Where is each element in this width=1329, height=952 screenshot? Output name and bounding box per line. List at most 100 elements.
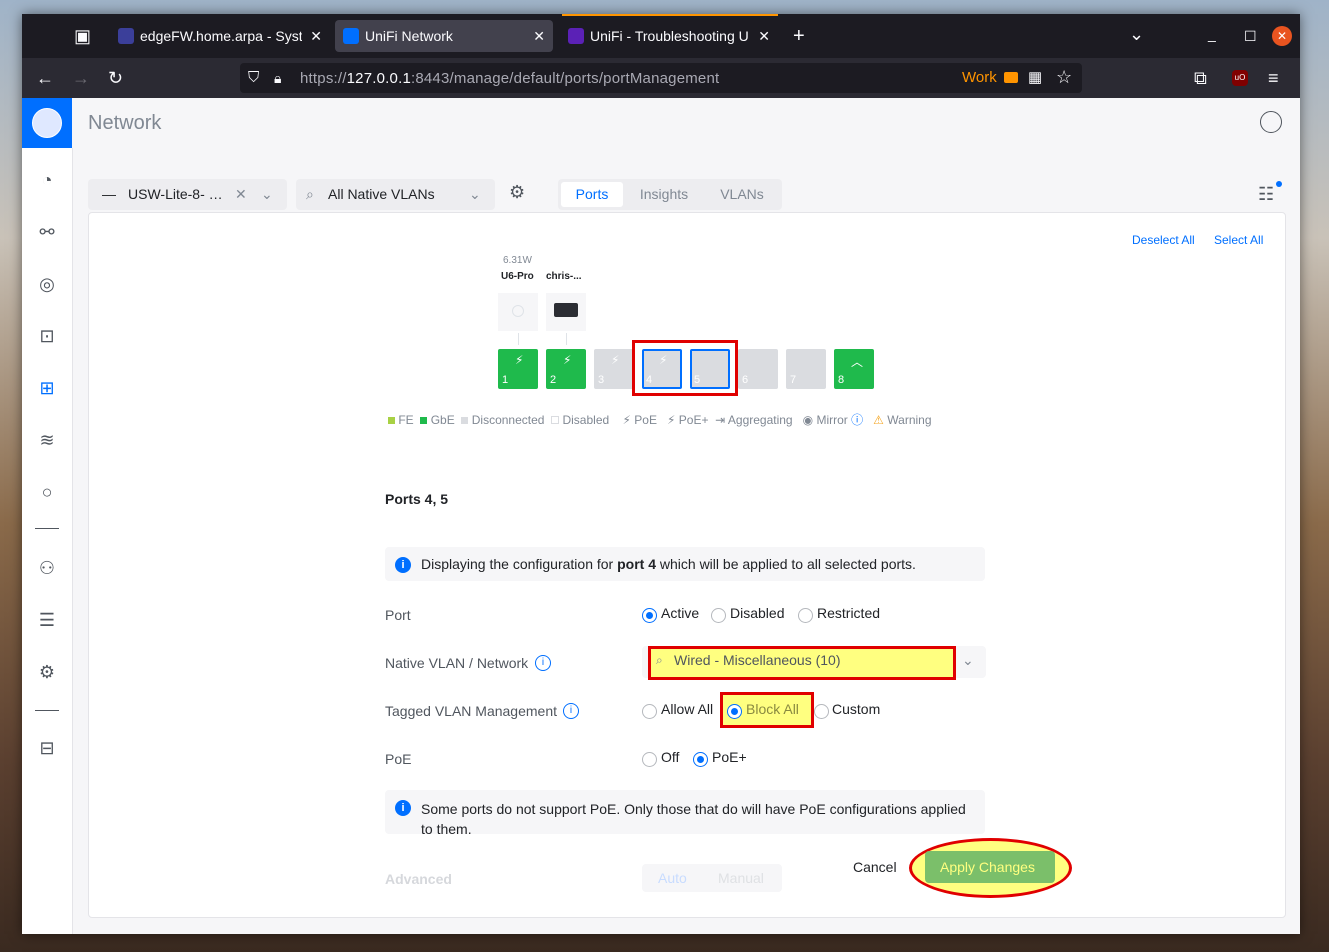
- access-point-icon[interactable]: [498, 293, 538, 331]
- advanced-label[interactable]: Advanced: [385, 871, 452, 887]
- qr-code-icon[interactable]: ▦: [1028, 68, 1042, 88]
- devices-icon[interactable]: ◎: [35, 272, 59, 296]
- poe-plus-radio[interactable]: [693, 752, 708, 767]
- computer-icon[interactable]: [546, 293, 586, 331]
- unifi-logo-icon[interactable]: [22, 98, 72, 148]
- port-restricted-radio[interactable]: [798, 608, 813, 623]
- native-vlan-select[interactable]: ⌕ Wired - Miscellaneous (10) ⌄: [642, 646, 986, 680]
- users-icon[interactable]: ⚇: [35, 556, 59, 580]
- cancel-button[interactable]: Cancel: [853, 859, 897, 875]
- shield-icon: ⛉: [248, 69, 260, 86]
- port-restricted-label[interactable]: Restricted: [817, 605, 880, 621]
- maximize-icon[interactable]: ☐: [1244, 26, 1257, 46]
- block-all-radio[interactable]: [727, 704, 742, 719]
- tab-ports[interactable]: Ports: [561, 182, 623, 207]
- port-8[interactable]: ︿ 8: [834, 349, 874, 389]
- ports-icon[interactable]: ⊞: [35, 376, 59, 400]
- port-disabled-radio[interactable]: [711, 608, 726, 623]
- native-vlan-info-icon[interactable]: i: [535, 655, 551, 671]
- port-6[interactable]: 6: [738, 349, 778, 389]
- bookmark-star-icon[interactable]: ☆: [1056, 67, 1072, 87]
- url-bar[interactable]: ⛉ 🔒︎ https://127.0.0.1:8443/manage/defau…: [240, 63, 1082, 93]
- clients-icon[interactable]: ⊡: [35, 324, 59, 348]
- ports-highlight-box: [632, 340, 738, 396]
- custom-radio[interactable]: [814, 704, 829, 719]
- custom-label[interactable]: Custom: [832, 701, 880, 717]
- extensions-icon[interactable]: ⧉: [1194, 68, 1207, 88]
- port-active-label[interactable]: Active: [661, 605, 699, 621]
- browser-window: ▣ edgeFW.home.arpa - Syst ✕ UniFi Networ…: [22, 14, 1300, 934]
- allow-all-radio[interactable]: [642, 704, 657, 719]
- logs-list-icon[interactable]: ☰: [35, 608, 59, 632]
- poe-off-radio[interactable]: [642, 752, 657, 767]
- close-icon[interactable]: ✕: [310, 20, 322, 52]
- mirror-info-icon[interactable]: ⓘ: [851, 413, 863, 427]
- container-label[interactable]: Work: [962, 69, 997, 86]
- menu-hamburger-icon[interactable]: ≡: [1268, 68, 1279, 88]
- poe-bolt-icon: ⚡︎: [515, 353, 524, 367]
- minimize-icon[interactable]: _: [1208, 24, 1216, 44]
- chevron-down-icon[interactable]: ⌄: [469, 179, 481, 210]
- dashboard-icon[interactable]: ◔: [35, 168, 59, 192]
- poe-plus-label[interactable]: PoE+: [712, 749, 747, 765]
- unifi-favicon-icon: [568, 28, 584, 44]
- close-icon[interactable]: ✕: [533, 20, 545, 52]
- settings-gear-icon[interactable]: ⚙: [35, 660, 59, 684]
- select-all-link[interactable]: Select All: [1214, 233, 1263, 247]
- info-icon: i: [395, 800, 411, 816]
- tagged-vlan-label: Tagged VLAN Management: [385, 703, 557, 719]
- allow-all-label[interactable]: Allow All: [661, 701, 713, 717]
- gbe-swatch: [420, 417, 428, 424]
- back-arrow-icon[interactable]: ←: [36, 68, 54, 88]
- block-all-label[interactable]: Block All: [746, 701, 799, 717]
- clear-icon[interactable]: ✕: [235, 179, 247, 210]
- apply-changes-button[interactable]: Apply Changes: [925, 851, 1055, 883]
- tab-vlans[interactable]: VLANs: [706, 182, 778, 207]
- tab-overview-icon[interactable]: ▣: [74, 26, 91, 46]
- ublock-icon[interactable]: uO: [1232, 70, 1248, 86]
- window-close-icon[interactable]: ✕: [1272, 26, 1292, 46]
- advanced-toggle: Auto Manual: [642, 864, 782, 892]
- advanced-auto[interactable]: Auto: [658, 870, 687, 886]
- port-3[interactable]: ⚡︎ 3: [594, 349, 634, 389]
- advanced-manual[interactable]: Manual: [718, 870, 764, 886]
- device-name: chris-...: [546, 271, 582, 282]
- tab-insights[interactable]: Insights: [628, 182, 700, 207]
- url-text[interactable]: https://127.0.0.1:8443/manage/default/po…: [300, 70, 719, 87]
- forward-arrow-icon[interactable]: →: [72, 68, 90, 88]
- chevron-down-icon[interactable]: ⌄: [261, 179, 273, 210]
- tagged-vlan-info-icon[interactable]: i: [563, 703, 579, 719]
- briefcase-icon: [1004, 72, 1018, 83]
- close-icon[interactable]: ✕: [758, 20, 770, 52]
- list-tabs-chevron-icon[interactable]: ⌄: [1129, 24, 1144, 44]
- vlan-filter[interactable]: ⌕ All Native VLANs ⌄: [296, 179, 495, 210]
- apply-changes-label: Apply Changes: [940, 859, 1035, 875]
- insights-bulb-icon[interactable]: ○: [35, 480, 59, 504]
- port-active-radio[interactable]: [642, 608, 657, 623]
- reload-icon[interactable]: ↻: [108, 68, 123, 88]
- filter-settings-gear-icon[interactable]: ⚙: [509, 182, 525, 203]
- floorplan-icon[interactable]: ⊟: [35, 736, 59, 760]
- poe-label: PoE: [385, 751, 412, 767]
- chevron-down-icon[interactable]: ⌄: [962, 652, 974, 669]
- tab-unifi-network[interactable]: UniFi Network ✕: [335, 20, 553, 52]
- column-settings-icon[interactable]: ☷: [1258, 184, 1274, 205]
- poe-off-label[interactable]: Off: [661, 749, 679, 765]
- tab-edgefw[interactable]: edgeFW.home.arpa - Syst ✕: [110, 20, 330, 52]
- tab-unifi-troubleshooting[interactable]: UniFi - Troubleshooting U ✕: [560, 20, 778, 52]
- port-disabled-label[interactable]: Disabled: [730, 605, 784, 621]
- tab-title: UniFi - Troubleshooting U: [590, 28, 749, 44]
- port-1[interactable]: ⚡︎ 1: [498, 349, 538, 389]
- account-avatar-icon[interactable]: [1260, 111, 1282, 133]
- tab-accent-line: [562, 14, 778, 16]
- deselect-all-link[interactable]: Deselect All: [1132, 233, 1195, 247]
- device-filter[interactable]: — USW-Lite-8- … ✕ ⌄: [88, 179, 287, 210]
- port-7[interactable]: 7: [786, 349, 826, 389]
- port-2[interactable]: ⚡︎ 2: [546, 349, 586, 389]
- mirror-eye-icon: ◉: [802, 413, 814, 427]
- traffic-icon[interactable]: ≋: [35, 428, 59, 452]
- new-tab-icon[interactable]: +: [793, 26, 805, 46]
- lock-warning-icon[interactable]: 🔒︎: [274, 68, 281, 88]
- topology-icon[interactable]: ⚯: [35, 220, 59, 244]
- link-line: [566, 333, 567, 345]
